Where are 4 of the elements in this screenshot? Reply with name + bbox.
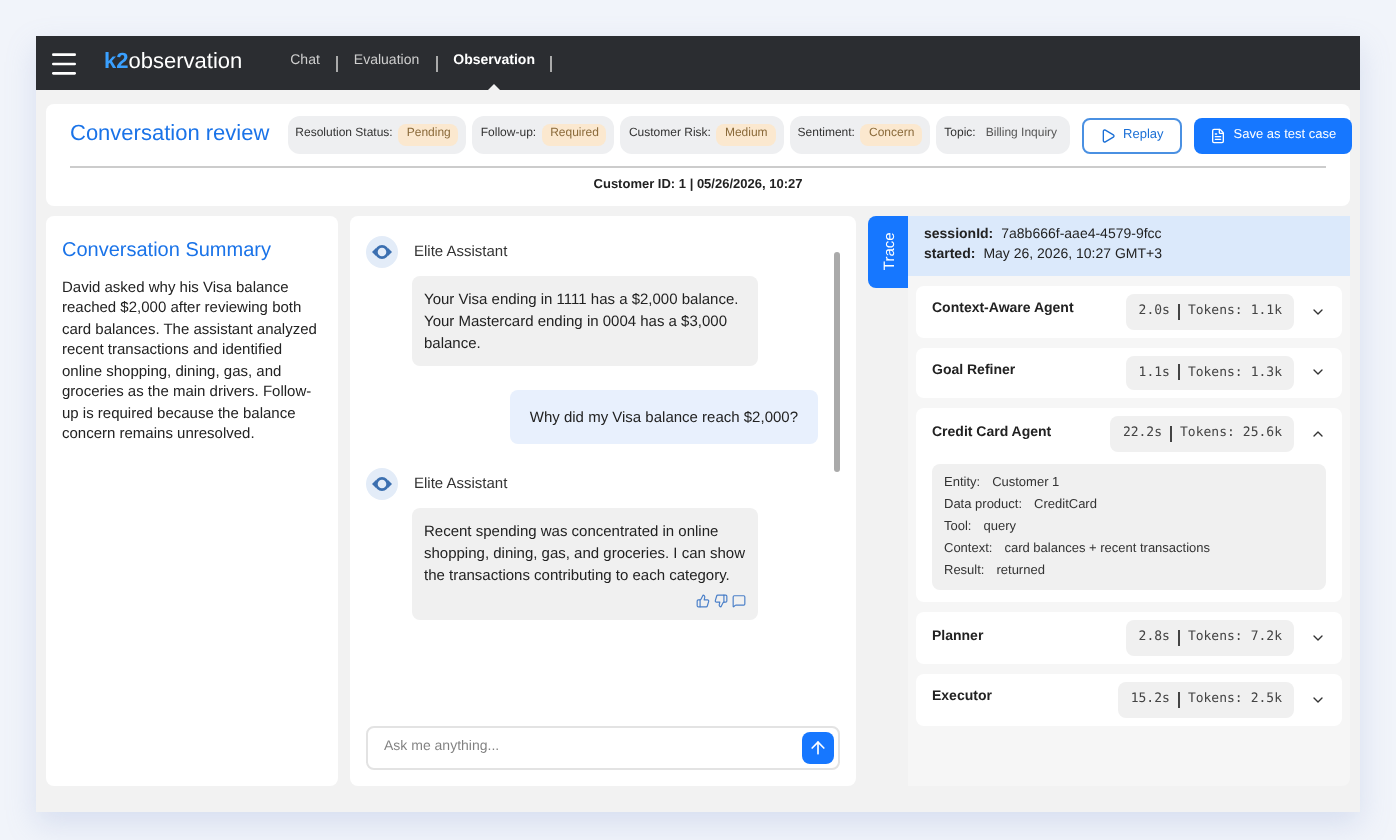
summary-title: Conversation Summary <box>62 237 273 266</box>
logo-name: observation <box>128 48 243 79</box>
page-title: Conversation review <box>70 120 270 151</box>
logo-mark: k2 <box>104 48 129 79</box>
